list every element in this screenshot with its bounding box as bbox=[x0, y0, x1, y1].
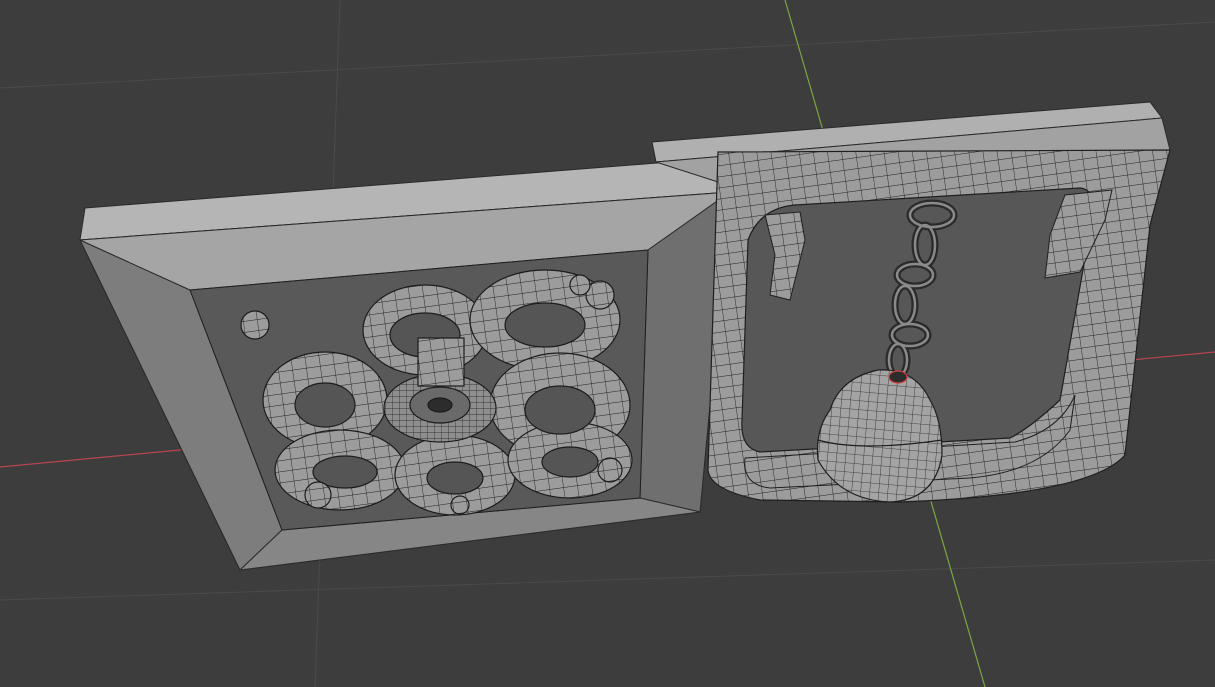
bell-panel-object[interactable] bbox=[651, 101, 1171, 503]
lattice-panel-object[interactable] bbox=[78, 157, 732, 571]
3d-viewport[interactable] bbox=[0, 0, 1215, 687]
